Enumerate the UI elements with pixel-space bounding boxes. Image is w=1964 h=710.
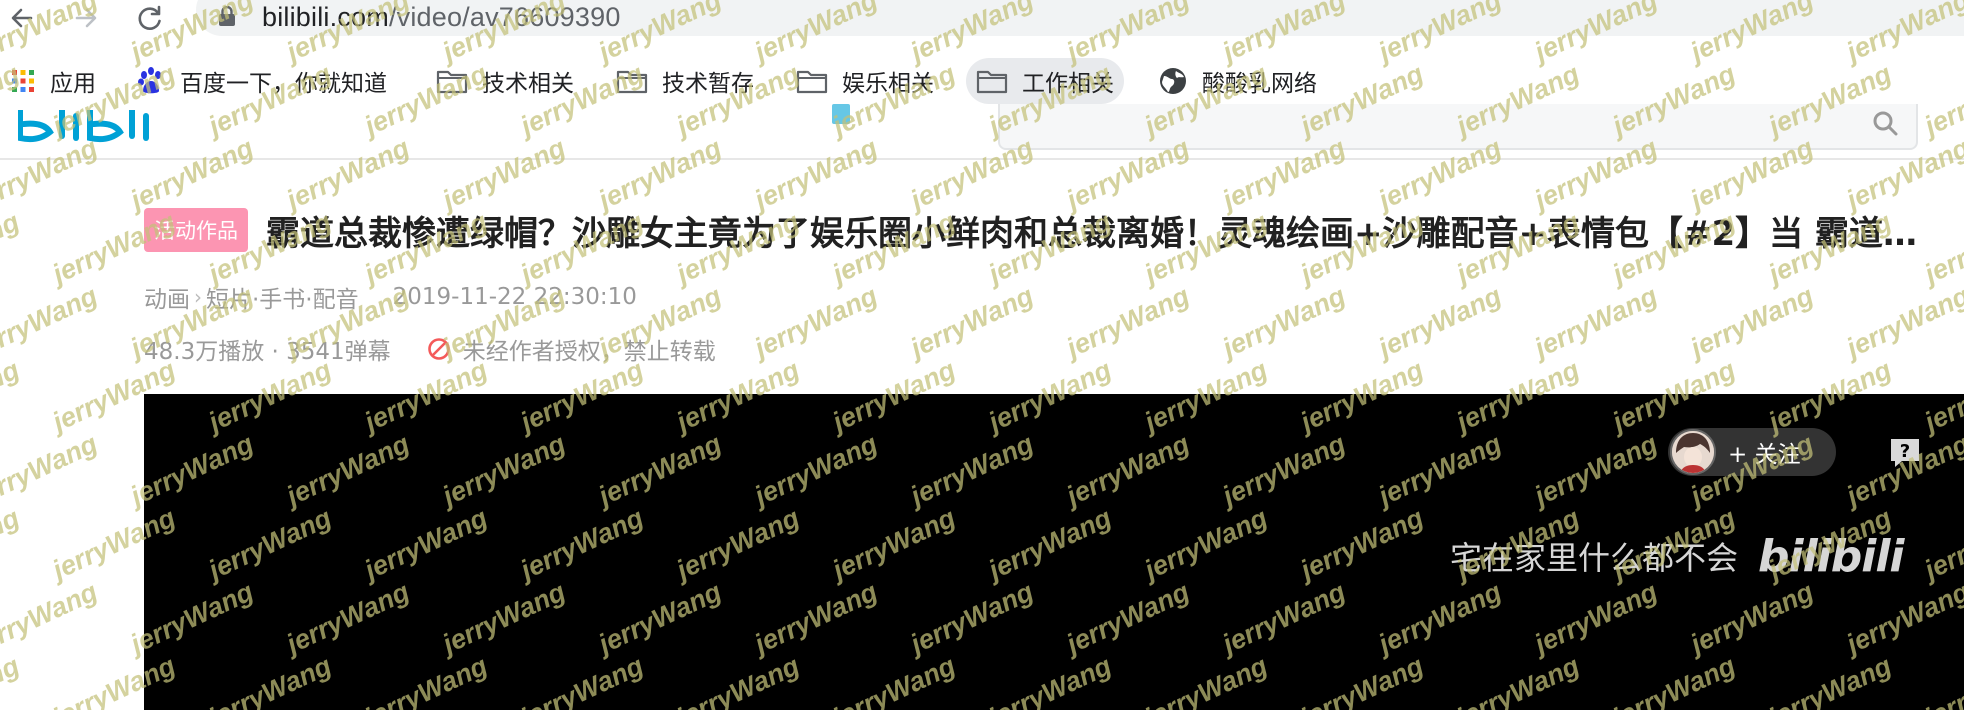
uploader-watermark-text: 宅在家里什么都不会 (1450, 539, 1739, 577)
browser-toolbar: bilibili.com/video/av76609390 (0, 0, 1964, 38)
bookmark-folder-tech[interactable]: 技术相关 (426, 58, 584, 104)
follow-button[interactable]: + 关注 (1668, 428, 1836, 476)
bookmark-folder-entertainment[interactable]: 娱乐相关 (786, 58, 944, 104)
baidu-paw-icon (138, 67, 161, 94)
globe-icon (1160, 68, 1186, 94)
bookmark-label: 技术相关 (482, 71, 574, 97)
bookmarks-bar: 应用 百度一下，你就知道 技术相关 技术暂存 娱乐相关 工作相关 酸酸乳网络 (0, 58, 1964, 104)
breadcrumb-separator: › (194, 285, 202, 309)
site-header (0, 104, 1964, 160)
publish-time: 2019-11-22 22:30:10 (392, 284, 637, 310)
category-link-shorts[interactable]: 短片·手书·配音 (206, 280, 359, 314)
avatar-image (1672, 431, 1714, 473)
video-player[interactable]: + 关注 ? 宅在家里什么都不会 bilibili (144, 394, 1964, 710)
apps-grid-icon (12, 70, 34, 92)
uploader-avatar[interactable] (1670, 429, 1716, 475)
folder-icon (796, 70, 828, 94)
url-path: /video/av76609390 (388, 2, 621, 32)
bookmark-label: 工作相关 (1022, 71, 1114, 97)
bookmark-label: 百度一下，你就知道 (180, 71, 387, 97)
upload-icon[interactable] (832, 104, 850, 124)
search-icon[interactable] (1870, 108, 1900, 138)
search-input[interactable] (998, 104, 1918, 150)
forward-button[interactable] (66, 0, 106, 36)
bookmark-label: 娱乐相关 (842, 71, 934, 97)
back-button[interactable] (2, 0, 42, 36)
video-title-row: 活动作品 霸道总裁惨遭绿帽？沙雕女主竟为了娱乐圈小鲜肉和总裁离婚！灵魂绘画+沙雕… (144, 206, 1964, 254)
svg-text:?: ? (1900, 441, 1910, 462)
lock-icon (219, 6, 235, 26)
reload-button[interactable] (130, 0, 170, 36)
url-host: bilibili.com (262, 2, 389, 32)
video-stats: 48.3万播放 · 3541弹幕 未经作者授权，禁止转载 (144, 332, 716, 366)
bookmark-baidu[interactable]: 百度一下，你就知道 (126, 58, 397, 104)
video-meta: 动画 › 短片·手书·配音 2019-11-22 22:30:10 (144, 280, 637, 314)
follow-label: + 关注 (1728, 442, 1801, 468)
back-arrow-icon (11, 8, 33, 28)
folder-icon (436, 70, 468, 94)
video-title: 霸道总裁惨遭绿帽？沙雕女主竟为了娱乐圈小鲜肉和总裁离婚！灵魂绘画+沙雕配音+表情… (266, 213, 1936, 254)
bookmark-label: 技术暂存 (662, 71, 754, 97)
bookmark-suansuanru[interactable]: 酸酸乳网络 (1148, 58, 1327, 104)
forward-arrow-icon (75, 8, 97, 28)
bookmark-folder-work[interactable]: 工作相关 (966, 58, 1124, 104)
reload-icon (138, 5, 161, 30)
bilibili-watermark: bilibili (1758, 530, 1904, 582)
bilibili-logo-icon[interactable] (18, 110, 158, 144)
play-danmaku-count: 48.3万播放 · 3541弹幕 (144, 339, 391, 365)
copyright-notice: 未经作者授权，禁止转载 (427, 332, 716, 366)
prohibited-icon (427, 338, 450, 360)
help-icon[interactable]: ? (1888, 436, 1922, 470)
bookmark-label: 酸酸乳网络 (1202, 71, 1317, 97)
copyright-text: 未经作者授权，禁止转载 (462, 339, 716, 365)
bookmark-label: 应用 (50, 71, 96, 97)
url-text: bilibili.com/video/av76609390 (262, 2, 621, 33)
category-link-animation[interactable]: 动画 (144, 280, 190, 314)
address-bar[interactable]: bilibili.com/video/av76609390 (196, 0, 1964, 36)
video-page: 活动作品 霸道总裁惨遭绿帽？沙雕女主竟为了娱乐圈小鲜肉和总裁离婚！灵魂绘画+沙雕… (0, 104, 1964, 710)
uploader-watermark: 宅在家里什么都不会 bilibili (1450, 526, 1905, 586)
bookmark-apps[interactable]: 应用 (0, 58, 106, 104)
bookmark-folder-tech-temp[interactable]: 技术暂存 (606, 58, 764, 104)
folder-icon (976, 70, 1008, 94)
activity-badge[interactable]: 活动作品 (144, 208, 248, 252)
folder-icon (616, 70, 648, 94)
